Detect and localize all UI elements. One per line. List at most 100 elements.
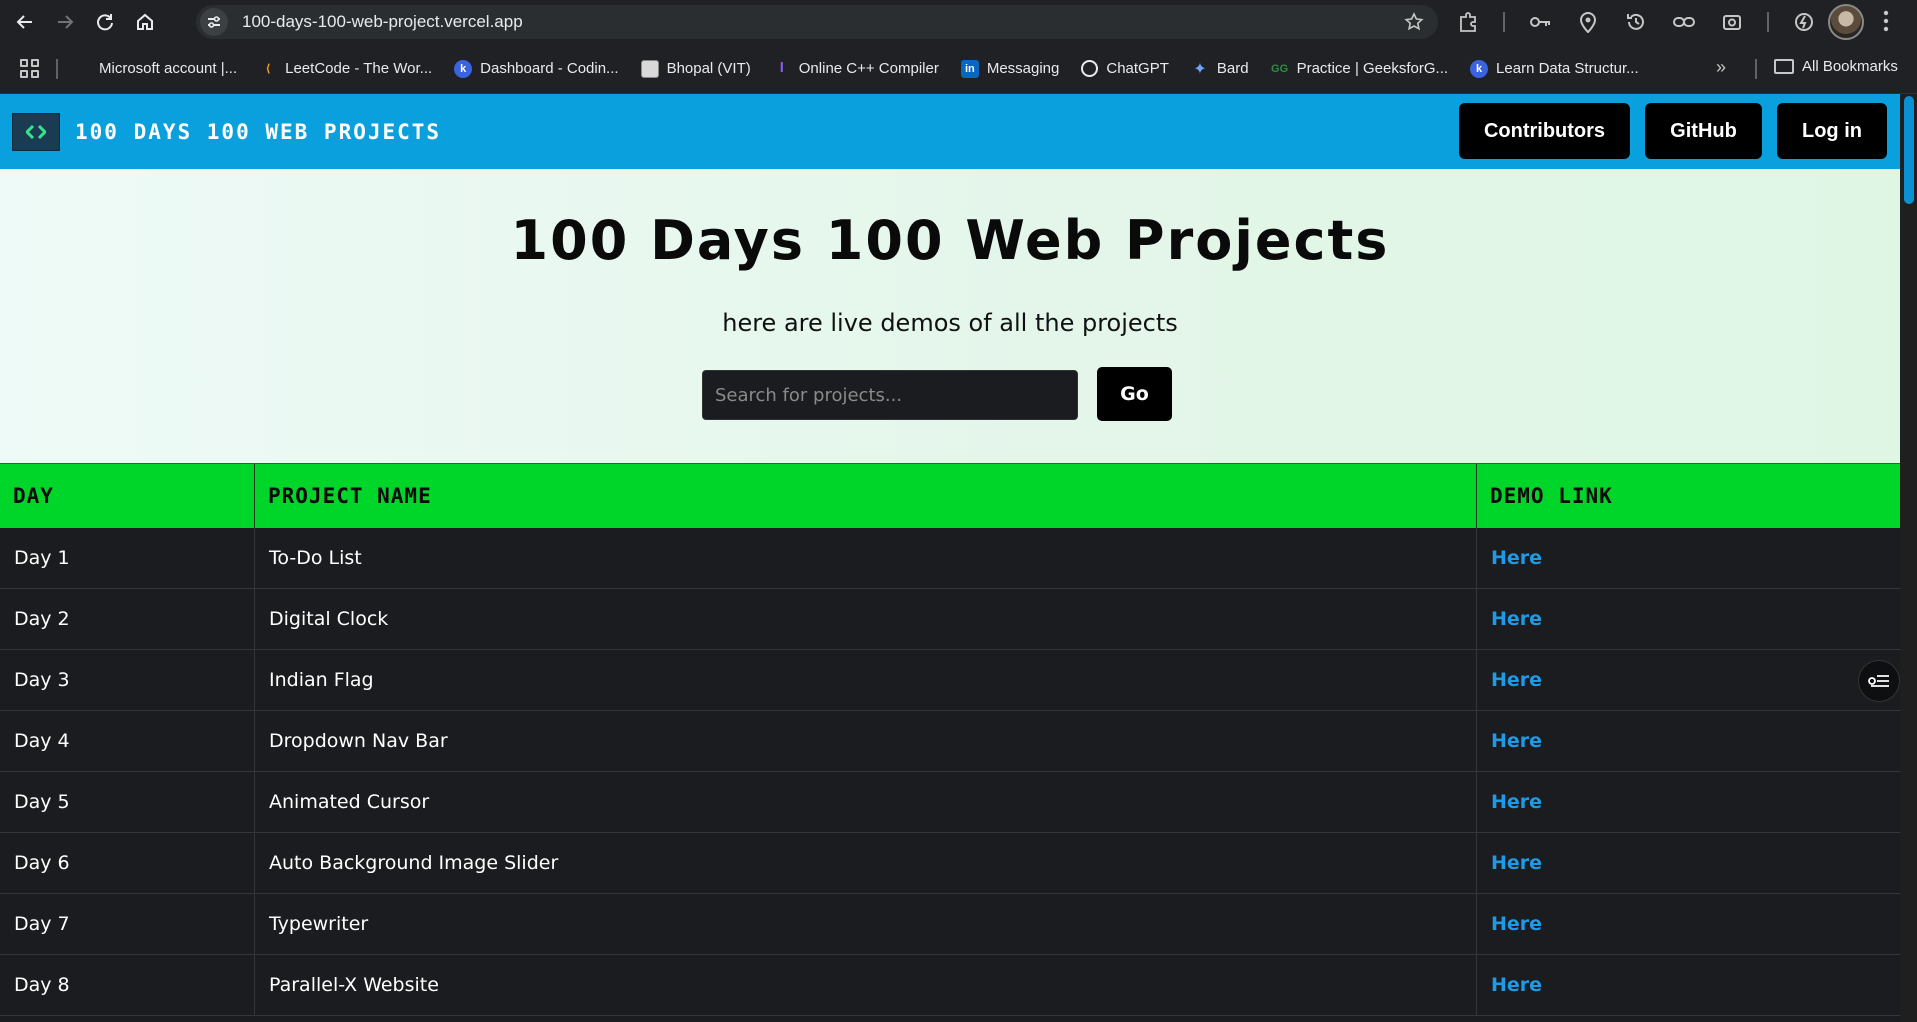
geeksforgeeks-icon: GG — [1271, 62, 1289, 75]
demo-link[interactable]: Here — [1491, 852, 1542, 874]
bookmark-learn-ds[interactable]: k Learn Data Structur... — [1470, 59, 1639, 78]
cell-day: Day 7 — [0, 894, 255, 954]
extensions-area — [1455, 0, 1839, 44]
bookmarks-bar: Microsoft account |... ⟨ LeetCode - The … — [0, 44, 1917, 94]
divider — [1503, 12, 1505, 32]
bookmark-messaging[interactable]: in Messaging — [960, 59, 1060, 78]
all-bookmarks-button[interactable]: All Bookmarks — [1774, 58, 1898, 75]
compiler-icon: ꟾ — [779, 63, 784, 75]
cell-demo-link: Here — [1477, 772, 1900, 832]
page-viewport: 100 DAYS 100 WEB PROJECTS Contributors G… — [0, 94, 1900, 1022]
cell-project-name: Animated Cursor — [255, 772, 1477, 832]
bookmark-label: Messaging — [986, 60, 1060, 77]
search-input[interactable]: Search for projects... — [702, 370, 1078, 420]
page-scrollbar[interactable] — [1900, 94, 1917, 1022]
bookmark-star-icon[interactable] — [1404, 12, 1424, 37]
divider — [56, 58, 58, 79]
bard-icon: ✦ — [1193, 60, 1207, 78]
bookmark-bard[interactable]: ✦ Bard — [1191, 60, 1248, 78]
bookmark-label: Microsoft account |... — [99, 60, 238, 77]
table-row: Day 5 Animated Cursor Here — [0, 772, 1900, 833]
bookmark-label: Bhopal (VIT) — [666, 60, 751, 77]
cell-demo-link: Here — [1477, 528, 1900, 588]
location-pin-icon[interactable] — [1575, 9, 1601, 35]
go-button[interactable]: Go — [1097, 367, 1172, 421]
demo-link[interactable]: Here — [1491, 730, 1542, 752]
contributors-button[interactable]: Contributors — [1459, 103, 1630, 159]
bookmark-geeksforgeeks[interactable]: GG Practice | GeeksforG... — [1271, 60, 1448, 78]
page-title: 100 Days 100 Web Projects — [510, 209, 1390, 272]
bookmark-label: Learn Data Structur... — [1496, 60, 1639, 77]
table-row: Day 3 Indian Flag Here — [0, 650, 1900, 711]
demo-link[interactable]: Here — [1491, 913, 1542, 935]
site-navbar: 100 DAYS 100 WEB PROJECTS Contributors G… — [0, 94, 1900, 169]
cell-day: Day 1 — [0, 528, 255, 588]
address-bar[interactable]: 100-days-100-web-project.vercel.app — [196, 5, 1438, 39]
bookmark-label: Dashboard - Codin... — [480, 60, 619, 77]
table-row: Day 7 Typewriter Here — [0, 894, 1900, 955]
cell-demo-link: Here — [1477, 650, 1900, 710]
projects-table: DAY PROJECT NAME DEMO LINK Day 1 To-Do Li… — [0, 463, 1900, 1016]
cell-project-name: Auto Background Image Slider — [255, 833, 1477, 893]
table-row: Day 6 Auto Background Image Slider Here — [0, 833, 1900, 894]
column-header-day: DAY — [0, 464, 255, 528]
login-button[interactable]: Log in — [1777, 103, 1887, 159]
bookmark-label: Online C++ Compiler — [798, 60, 939, 77]
bookmark-chatgpt[interactable]: ChatGPT — [1081, 60, 1169, 77]
github-button[interactable]: GitHub — [1645, 103, 1762, 159]
bookmark-leetcode[interactable]: ⟨ LeetCode - The Wor... — [259, 60, 433, 78]
history-icon[interactable] — [1623, 9, 1649, 35]
nav-actions: Contributors GitHub Log in — [1444, 103, 1887, 159]
bookmark-compiler[interactable]: ꟾ Online C++ Compiler — [773, 60, 939, 78]
demo-link[interactable]: Here — [1491, 669, 1542, 691]
table-row: Day 2 Digital Clock Here — [0, 589, 1900, 650]
cell-project-name: Parallel-X Website — [255, 955, 1477, 1015]
cell-demo-link: Here — [1477, 894, 1900, 954]
page-subtitle: here are live demos of all the projects — [722, 309, 1178, 337]
column-header-project-name: PROJECT NAME — [255, 464, 1477, 528]
bookmark-dashboard[interactable]: k Dashboard - Codin... — [454, 59, 619, 78]
home-icon[interactable] — [130, 7, 160, 37]
site-brand[interactable]: 100 DAYS 100 WEB PROJECTS — [75, 120, 441, 144]
link-icon[interactable] — [1671, 9, 1697, 35]
codingninjas-icon: k — [1470, 59, 1489, 78]
apps-grid-icon[interactable] — [20, 58, 40, 79]
extension-puzzle-icon[interactable] — [1455, 9, 1481, 35]
demo-link[interactable]: Here — [1491, 974, 1542, 996]
performance-icon[interactable] — [1791, 9, 1817, 35]
demo-link[interactable]: Here — [1491, 608, 1542, 630]
divider — [1767, 12, 1769, 32]
reload-icon[interactable] — [90, 7, 120, 37]
codingninjas-icon: k — [454, 59, 473, 78]
table-header: DAY PROJECT NAME DEMO LINK — [0, 463, 1900, 528]
floating-menu-icon[interactable] — [1858, 660, 1900, 702]
back-icon[interactable] — [10, 7, 40, 37]
more-bookmarks-icon[interactable]: » — [1716, 57, 1726, 78]
cell-demo-link: Here — [1477, 589, 1900, 649]
cell-day: Day 4 — [0, 711, 255, 771]
divider — [1755, 59, 1757, 79]
site-info-icon[interactable] — [200, 8, 228, 36]
table-body: Day 1 To-Do List Here Day 2 Digital Clock Her… — [0, 528, 1900, 1016]
scrollbar-thumb[interactable] — [1904, 96, 1914, 204]
password-key-icon[interactable] — [1527, 9, 1553, 35]
bookmark-label: LeetCode - The Wor... — [285, 60, 433, 77]
browser-toolbar: 100-days-100-web-project.vercel.app — [0, 0, 1917, 44]
forward-icon[interactable] — [50, 7, 80, 37]
browser-menu-icon[interactable] — [1882, 8, 1890, 39]
all-bookmarks-label: All Bookmarks — [1802, 58, 1898, 75]
cell-project-name: Digital Clock — [255, 589, 1477, 649]
cell-day: Day 8 — [0, 955, 255, 1015]
bookmark-label: Practice | GeeksforG... — [1296, 60, 1449, 77]
chatgpt-icon — [1081, 60, 1099, 77]
screen-capture-icon[interactable] — [1719, 9, 1745, 35]
cell-day: Day 2 — [0, 589, 255, 649]
bookmark-bhopal[interactable]: Bhopal (VIT) — [640, 59, 751, 78]
bookmark-microsoft[interactable]: Microsoft account |... — [74, 60, 237, 77]
cell-project-name: Indian Flag — [255, 650, 1477, 710]
profile-avatar[interactable] — [1828, 4, 1864, 40]
logo-code-icon[interactable] — [12, 112, 60, 151]
demo-link[interactable]: Here — [1491, 547, 1542, 569]
demo-link[interactable]: Here — [1491, 791, 1542, 813]
cell-day: Day 6 — [0, 833, 255, 893]
